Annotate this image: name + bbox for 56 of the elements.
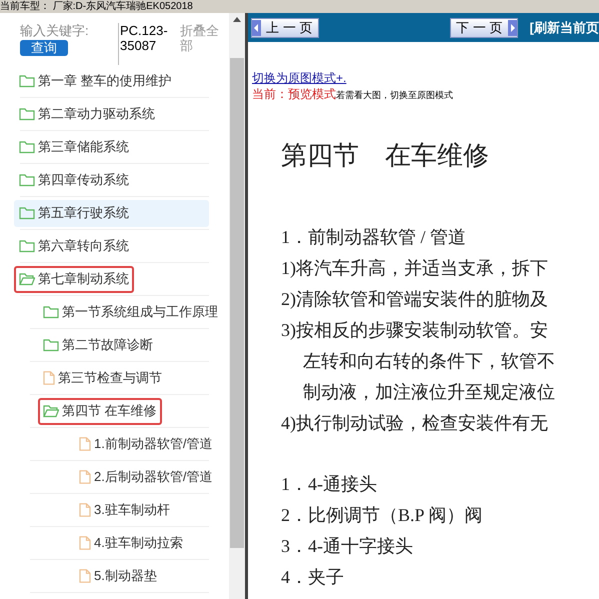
open-folder-icon: [19, 272, 35, 286]
document-line: 2．比例调节（B.P 阀）阀: [281, 504, 484, 527]
document-icon: [43, 371, 55, 385]
document-item[interactable]: 第三节检查与调节: [38, 364, 167, 392]
next-page-button[interactable]: 下 一 页: [450, 18, 518, 38]
document-line: 3)按相反的步骤安装制动软管。安: [281, 319, 549, 342]
mode-hint: 若需看大图，切换至原图模式: [336, 89, 453, 102]
document-line: 1．4-通接头: [281, 473, 378, 496]
folder-item[interactable]: 第三章储能系统: [14, 134, 134, 160]
code-text: PC.123-35087: [118, 23, 174, 65]
document-icon: [79, 569, 91, 583]
folder-icon: [43, 338, 59, 352]
folder-item[interactable]: 第四节 在车维修: [38, 398, 162, 424]
open-folder-icon: [43, 404, 59, 418]
document-line: 4．夹子: [281, 566, 345, 589]
document-line: 3．4-通十字接头: [281, 535, 414, 558]
folder-item[interactable]: 第一节系统组成与工作原理: [38, 298, 223, 326]
document-item[interactable]: 2.后制动器软管/管道: [74, 464, 218, 490]
document-line: 2)清除软管和管端安装件的脏物及: [281, 288, 549, 311]
document-line: 4)执行制动试验，检查安装件有无: [281, 412, 549, 435]
switch-mode-link[interactable]: 切换为原图模式+.: [252, 70, 346, 86]
folder-item[interactable]: 第二章动力驱动系统: [14, 100, 160, 128]
vehicle-label: 当前车型： 厂家:D-东风汽车瑞驰EK052018: [0, 0, 193, 12]
folder-item[interactable]: 第六章转向系统: [14, 232, 134, 260]
folder-item[interactable]: 第二节故障诊断: [38, 332, 158, 358]
folder-icon: [19, 74, 35, 88]
document-line: 1．前制动器软管 / 管道: [281, 226, 468, 249]
document-item[interactable]: 1.前制动器软管/管道: [74, 430, 218, 458]
folder-icon: [43, 305, 59, 319]
scrollbar[interactable]: [229, 13, 245, 599]
document-line: 1)将汽车升高，并适当支承，拆下: [281, 257, 549, 280]
folder-icon: [19, 206, 35, 220]
folder-icon: [19, 239, 35, 253]
folder-item[interactable]: 第七章制动系统: [14, 266, 134, 292]
folder-icon: [19, 140, 35, 154]
previous-page-button[interactable]: 上 一 页: [251, 18, 319, 38]
search-button[interactable]: 查询: [20, 40, 68, 56]
document-item[interactable]: 5.制动器垫: [74, 562, 162, 590]
refresh-page-link[interactable]: [刷新当前页: [530, 18, 599, 38]
folder-icon: [19, 107, 35, 121]
folder-item[interactable]: 第一章 整车的使用维护: [14, 68, 177, 94]
document-icon: [79, 470, 91, 484]
document-item[interactable]: 4.驻车制动拉索: [74, 530, 188, 556]
document-icon: [79, 437, 91, 451]
scroll-up-icon[interactable]: [233, 17, 241, 22]
keyword-label: 输入关键字:: [20, 23, 90, 39]
document-icon: [79, 536, 91, 550]
section-heading: 第四节 在车维修: [281, 140, 490, 172]
current-mode-label: 当前：预览模式: [252, 86, 336, 102]
document-icon: [79, 503, 91, 517]
folder-item[interactable]: 第四章传动系统: [14, 166, 134, 194]
folder-icon: [19, 173, 35, 187]
document-line: 左转和向右转的条件下，软管不: [302, 350, 556, 373]
document-line: 制动液，加注液位升至规定液位: [302, 381, 556, 404]
folder-item[interactable]: 第五章行驶系统: [14, 200, 209, 226]
document-item[interactable]: 3.驻车制动杆: [74, 496, 175, 524]
